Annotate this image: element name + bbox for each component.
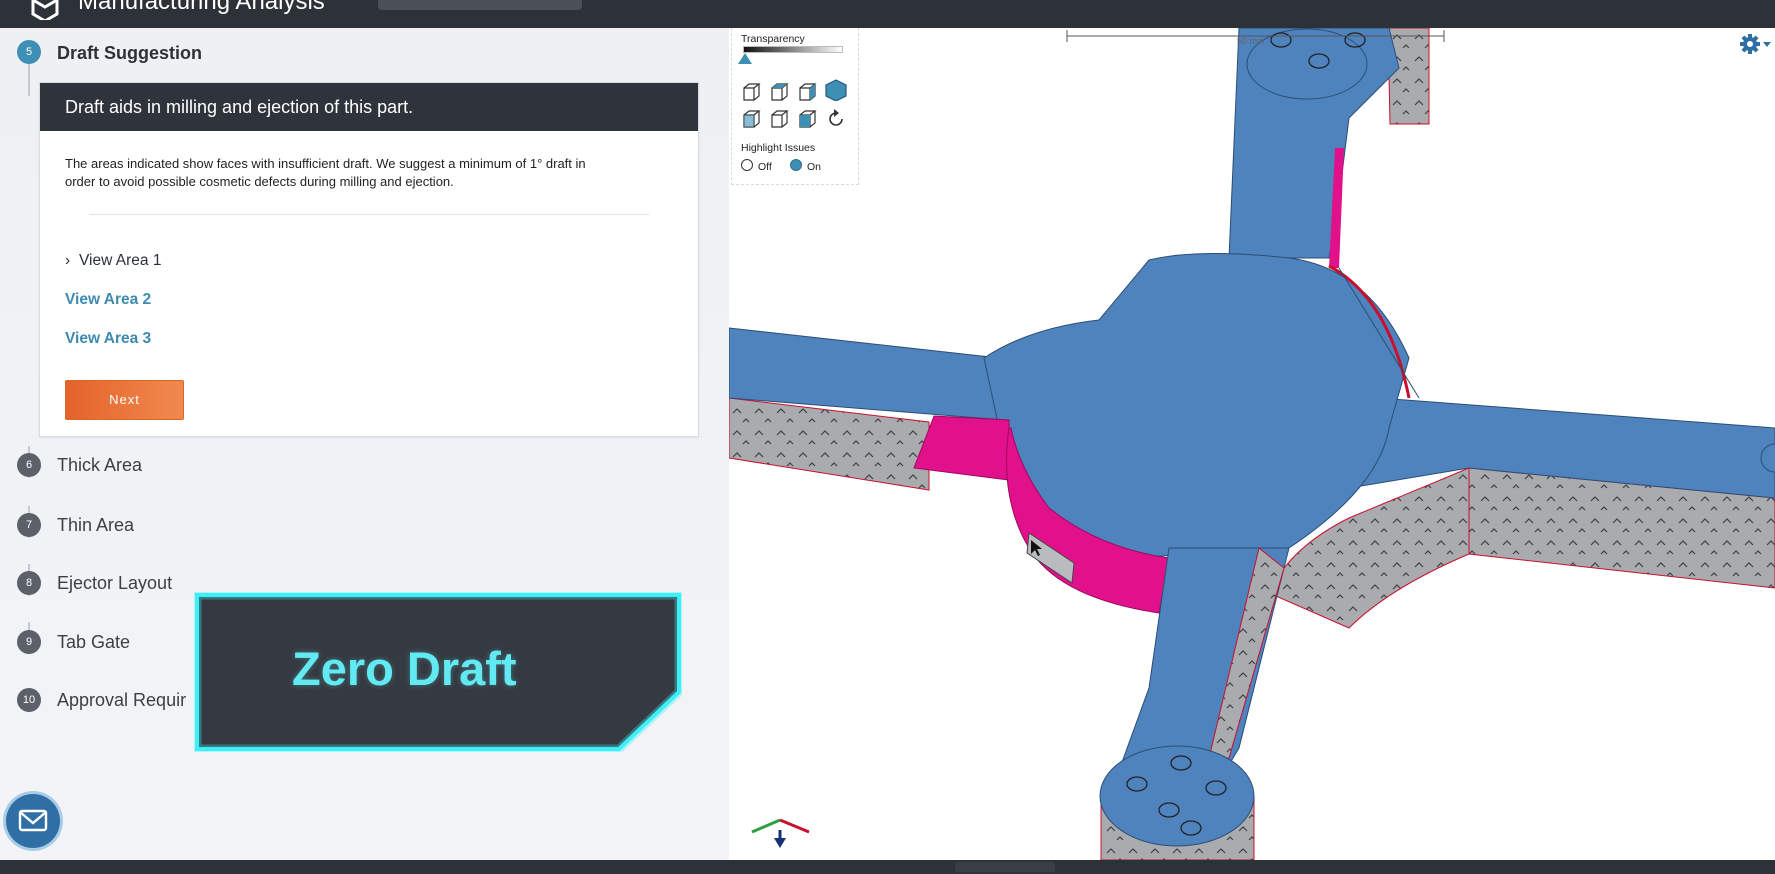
cube-right-icon[interactable] — [797, 81, 819, 103]
bottom-bar — [0, 860, 1775, 874]
view-area-1-label: View Area 1 — [79, 252, 162, 269]
zero-draft-callout-text: Zero Draft — [292, 642, 517, 695]
cube-left-icon[interactable] — [769, 108, 791, 130]
axis-triad-icon — [751, 818, 810, 848]
card-header: Draft aids in milling and ejection of th… — [40, 83, 698, 131]
card-heading: Draft aids in milling and ejection of th… — [65, 97, 414, 117]
highlight-off-label: Off — [758, 161, 772, 173]
transparency-label: Transparency — [741, 33, 805, 45]
view-area-2-link[interactable]: View Area 2 — [65, 291, 151, 309]
scale-ruler-label: 50 mm — [1237, 36, 1265, 46]
highlight-on-radio[interactable] — [790, 159, 802, 171]
mail-icon — [18, 809, 48, 832]
card-description: The areas indicated show faces with insu… — [65, 155, 677, 191]
step-thick-area[interactable]: Thick Area — [57, 455, 142, 476]
step-draft-suggestion[interactable]: Draft Suggestion — [57, 43, 202, 64]
app-title: Manufacturing Analysis — [78, 0, 325, 15]
header-search-field[interactable] — [378, 0, 582, 10]
card-description-line: The areas indicated show faces with insu… — [65, 156, 586, 171]
transparency-slider[interactable] — [743, 46, 843, 53]
bottom-scroll-thumb[interactable] — [955, 862, 1055, 872]
cube-front-icon[interactable] — [741, 81, 763, 103]
step-number-badge: 5 — [17, 40, 41, 64]
part-model[interactable] — [729, 28, 1775, 860]
view-controls-panel: Transparency Highlight Issues Off On — [731, 28, 859, 185]
next-button[interactable]: Next — [65, 380, 184, 420]
card-description-line: order to avoid possible cosmetic defects… — [65, 174, 454, 189]
step-number-badge: 9 — [17, 630, 41, 654]
step-ejector-layout[interactable]: Ejector Layout — [57, 573, 172, 594]
contact-mail-button[interactable] — [6, 794, 60, 848]
cube-back-icon[interactable] — [741, 108, 763, 130]
settings-gear-icon[interactable] — [1739, 32, 1775, 56]
chevron-right-icon: › — [65, 252, 71, 269]
cube-bottom-icon[interactable] — [797, 108, 819, 130]
step-thin-area[interactable]: Thin Area — [57, 515, 134, 536]
rotate-reset-icon[interactable] — [825, 108, 847, 130]
cube-top-icon[interactable] — [769, 81, 791, 103]
step-approval-required[interactable]: Approval Requir — [57, 690, 186, 711]
draft-suggestion-card: Draft aids in milling and ejection of th… — [39, 82, 699, 437]
highlight-issues-label: Highlight Issues — [741, 142, 816, 154]
step-number-badge: 6 — [17, 453, 41, 477]
3d-model-viewer[interactable]: 50 mm Transparency Highlight Issues Off … — [729, 28, 1775, 860]
view-area-1[interactable]: › View Area 1 — [65, 252, 161, 270]
card-divider — [89, 214, 649, 215]
highlight-off-radio[interactable] — [741, 159, 753, 171]
step-rail — [28, 64, 30, 96]
step-number-badge: 10 — [17, 688, 41, 712]
app-logo-icon — [31, 0, 59, 20]
top-bar: Manufacturing Analysis — [0, 0, 1775, 28]
cube-solid-icon[interactable] — [825, 79, 847, 101]
step-number-badge: 7 — [17, 513, 41, 537]
step-number-badge: 8 — [17, 571, 41, 595]
transparency-slider-thumb[interactable] — [738, 53, 752, 64]
view-area-3-link[interactable]: View Area 3 — [65, 330, 151, 348]
highlight-on-label: On — [807, 161, 822, 173]
step-tab-gate[interactable]: Tab Gate — [57, 632, 130, 653]
